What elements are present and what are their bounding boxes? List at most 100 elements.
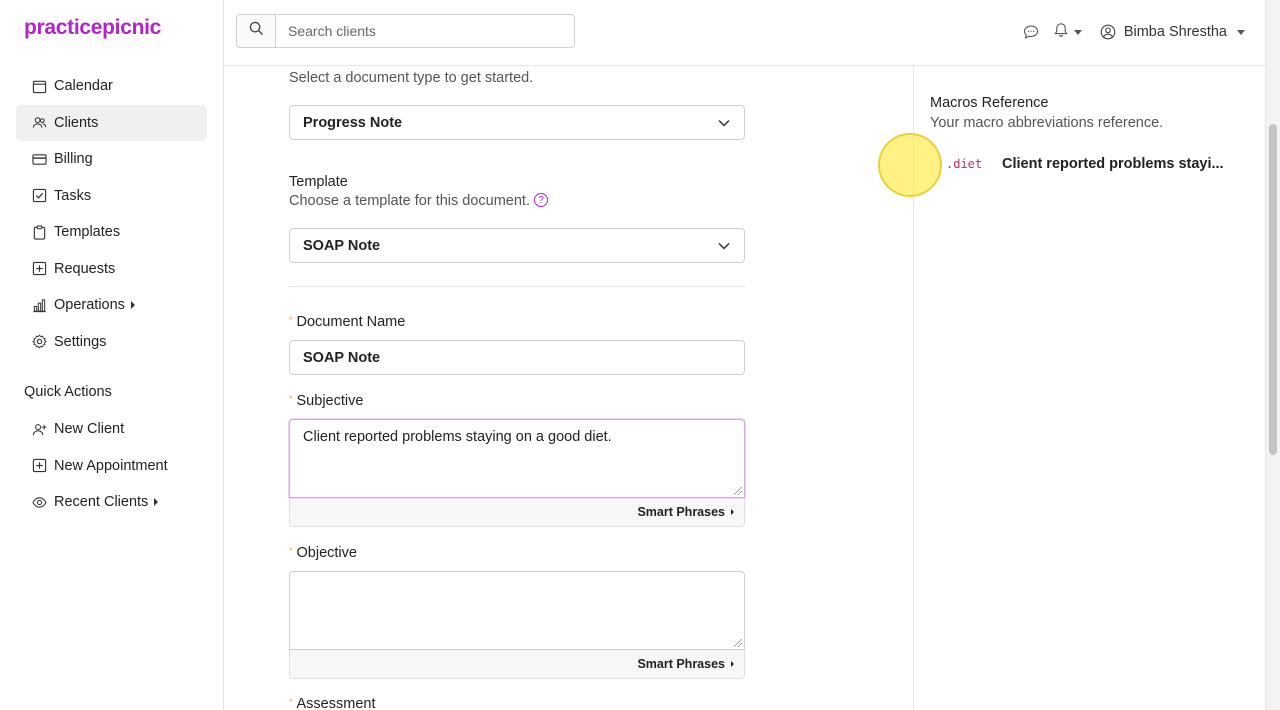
macro-text: Client reported problems stayi... [1002,156,1224,172]
document-type-help: Select a document type to get started. [289,70,745,86]
scrollbar-thumb[interactable] [1269,124,1277,455]
bell-icon [1053,22,1069,43]
sidebar-item-clients[interactable]: Clients [16,104,207,141]
macros-reference-panel: Macros Reference Your macro abbreviation… [913,66,1265,710]
required-marker: * [289,697,293,707]
plus-square-icon [32,458,47,473]
search-button[interactable] [237,15,276,47]
quick-action-label: Recent Clients [54,494,149,510]
gear-icon [32,334,47,349]
document-type-select[interactable]: Progress Note [289,105,745,140]
sidebar-item-label: Clients [54,114,99,131]
document-name-value: SOAP Note [303,349,381,366]
chevron-down-icon [718,238,730,254]
quick-action-label: New Client [54,421,125,437]
calendar-icon [32,79,47,94]
sidebar-item-operations[interactable]: Operations [16,287,207,323]
template-value: SOAP Note [303,237,381,254]
sidebar-item-label: Settings [54,333,107,350]
sidebar-item-calendar[interactable]: Calendar [16,68,207,104]
sidebar-item-label: Templates [54,224,121,240]
template-help: Choose a template for this document.? [289,193,745,209]
clipboard-icon [32,224,47,240]
chevron-down-icon [718,115,730,131]
caret-right-icon [731,509,734,515]
chevron-down-icon [1073,29,1082,35]
quick-actions: New Client New Appointment Recent Client… [16,411,207,521]
checkbox-icon [32,188,47,203]
document-type-help-text: Select a document type to get started. [289,70,534,86]
sidebar-item-tasks[interactable]: Tasks [16,178,207,214]
sidebar-item-billing[interactable]: Billing [16,141,207,177]
add-user-icon [32,422,47,437]
sidebar: practicepicnic Calendar Clients Billing … [0,0,224,710]
quick-action-label: New Appointment [54,457,168,474]
assessment-label-text: Assessment [296,696,376,710]
quick-action-new-appointment[interactable]: New Appointment [16,448,207,484]
resize-handle[interactable] [734,487,742,495]
top-bar: Bimba Shrestha [224,0,1265,66]
chat-icon[interactable] [1023,24,1039,40]
sidebar-item-label: Tasks [54,187,92,204]
users-icon [32,115,47,130]
smart-phrases-button[interactable]: Smart Phrases [289,498,745,527]
resize-handle[interactable] [734,639,742,647]
objective-textarea[interactable] [289,571,745,650]
sidebar-item-label: Requests [54,260,116,277]
quick-action-recent-clients[interactable]: Recent Clients [16,484,207,520]
user-circle-icon [1100,24,1116,40]
search-icon [249,21,264,41]
plus-square-icon [32,261,47,276]
sidebar-item-requests[interactable]: Requests [16,251,207,287]
client-search [236,14,575,48]
caret-right-icon [154,498,159,506]
bar-chart-icon [32,298,47,313]
required-marker: * [289,546,293,556]
document-form-area: Select a document type to get started. P… [224,66,913,710]
search-input[interactable] [276,15,574,47]
subjective-label-text: Subjective [296,393,364,409]
macro-code: .diet [946,157,983,171]
caret-right-icon [130,301,135,309]
smart-phrases-label: Smart Phrases [637,657,725,671]
page-scrollbar[interactable] [1265,0,1280,710]
template-select[interactable]: SOAP Note [289,228,745,263]
sidebar-item-label: Operations [54,297,125,313]
caret-right-icon [731,661,734,667]
chevron-down-icon [1237,29,1245,35]
required-marker: * [289,315,293,325]
document-name-input[interactable]: SOAP Note [289,340,745,375]
app-logo[interactable]: practicepicnic [24,16,161,40]
sidebar-item-label: Calendar [54,78,113,94]
credit-card-icon [32,152,47,167]
sidebar-item-settings[interactable]: Settings [16,324,207,360]
subjective-textarea[interactable]: Client reported problems staying on a go… [289,419,745,498]
user-name: Bimba Shrestha [1123,24,1227,40]
template-label: Template [289,174,348,190]
subjective-value: Client reported problems staying on a go… [303,429,612,445]
quick-actions-title: Quick Actions [24,384,112,400]
sidebar-nav: Calendar Clients Billing Tasks Templates [16,68,207,360]
document-type-value: Progress Note [303,114,403,131]
top-right-controls: Bimba Shrestha [1023,0,1245,64]
quick-action-new-client[interactable]: New Client [16,411,207,447]
smart-phrases-button[interactable]: Smart Phrases [289,650,745,679]
macros-subtitle: Your macro abbreviations reference. [930,115,1164,131]
help-icon[interactable]: ? [534,193,548,208]
user-menu[interactable]: Bimba Shrestha [1100,24,1245,40]
divider [289,286,745,287]
assessment-label: * Assessment [289,696,745,710]
objective-label: * Objective [289,545,745,561]
notifications-dropdown[interactable] [1053,22,1082,43]
cursor-highlight [878,133,942,197]
macros-title: Macros Reference [930,95,1049,111]
smart-phrases-label: Smart Phrases [637,505,725,519]
document-name-label-text: Document Name [296,314,406,330]
subjective-label: * Subjective [289,393,745,409]
required-marker: * [289,394,293,404]
template-help-text: Choose a template for this document. [289,193,530,209]
eye-icon [32,495,47,510]
sidebar-item-templates[interactable]: Templates [16,214,207,250]
objective-label-text: Objective [296,545,357,561]
macro-item[interactable]: .diet Client reported problems stayi... [946,156,1224,172]
